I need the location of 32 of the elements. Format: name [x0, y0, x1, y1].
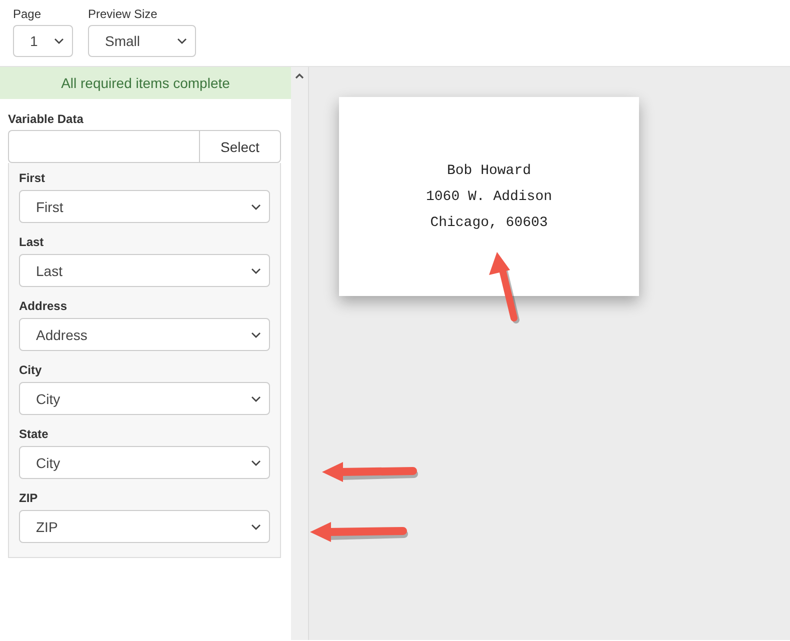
address-line: Bob Howard: [446, 162, 531, 178]
chevron-down-icon: [54, 38, 64, 44]
address-line: 1060 W. Addison: [426, 188, 552, 204]
address-line: Chicago, 60603: [430, 214, 548, 230]
field-select[interactable]: Address: [19, 318, 270, 351]
field-label: City: [19, 363, 43, 377]
page-label: Page: [13, 7, 42, 21]
chevron-down-icon: [177, 38, 187, 44]
field-select[interactable]: First: [19, 190, 270, 223]
field-label: ZIP: [19, 491, 39, 505]
field-select[interactable]: ZIP: [19, 510, 270, 543]
chevron-down-icon: [251, 524, 261, 530]
preview-size-label: Preview Size: [88, 7, 158, 21]
field-label: Address: [19, 299, 68, 313]
field-select[interactable]: City: [19, 446, 270, 479]
chevron-down-icon: [251, 268, 261, 274]
page-select[interactable]: 1: [13, 25, 73, 57]
field-select[interactable]: Last: [19, 254, 270, 287]
chevron-down-icon: [251, 460, 261, 466]
variable-data-field[interactable]: [8, 130, 199, 163]
scroll-up-icon[interactable]: [295, 73, 304, 79]
chevron-down-icon: [251, 204, 261, 210]
field-select[interactable]: City: [19, 382, 270, 415]
chevron-down-icon: [251, 396, 261, 402]
field-label: Last: [19, 235, 45, 249]
status-banner: All required items complete: [0, 67, 291, 99]
field-label: First: [19, 171, 46, 185]
chevron-down-icon: [251, 332, 261, 338]
variable-data-label: Variable Data: [8, 112, 84, 126]
field-label: State: [19, 427, 50, 441]
preview-size-select[interactable]: Small: [88, 25, 196, 57]
select-button[interactable]: Select: [199, 130, 281, 163]
